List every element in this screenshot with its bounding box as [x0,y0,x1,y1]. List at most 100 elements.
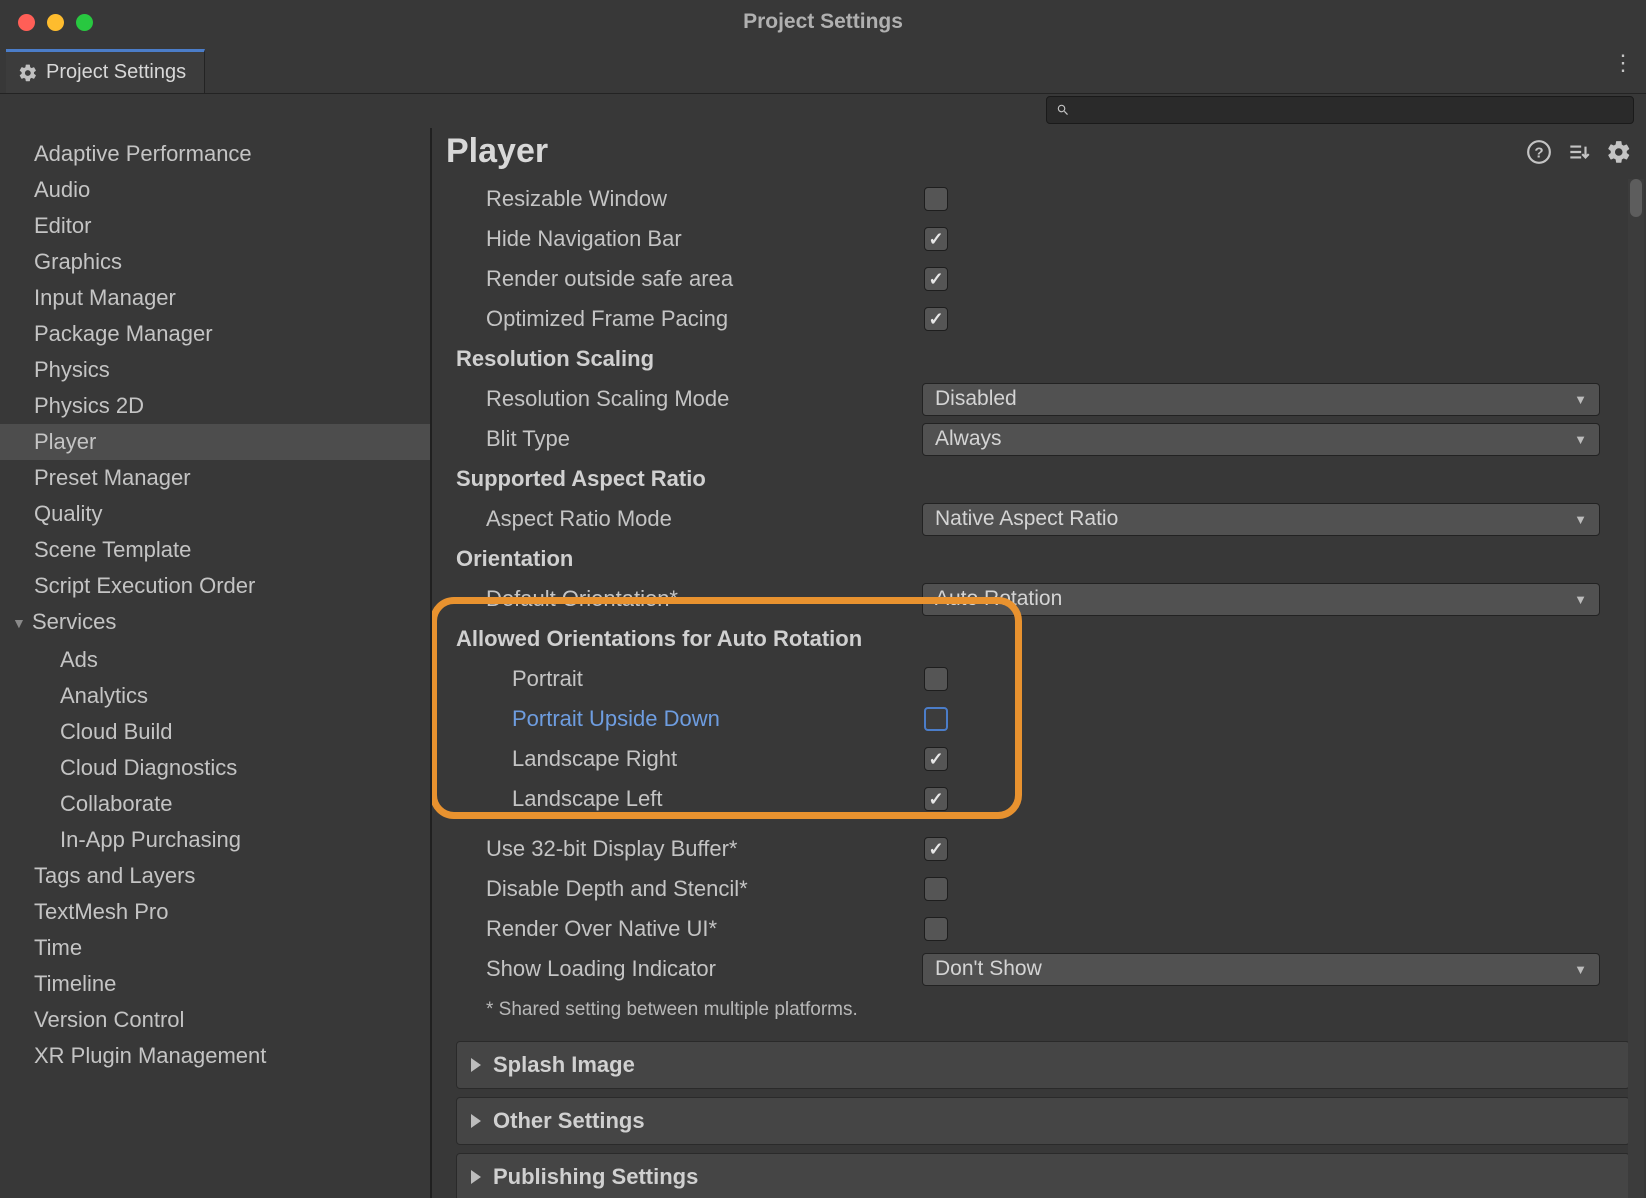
sidebar-item-label: Adaptive Performance [34,141,252,166]
field-landscape-right: Landscape Right [456,746,677,772]
checkbox-landscape-right[interactable] [924,747,948,771]
search-icon [1056,103,1070,117]
sidebar-item-cloud-build[interactable]: Cloud Build [0,714,430,750]
sidebar-item-quality[interactable]: Quality [0,496,430,532]
chevron-down-icon: ▼ [1574,962,1587,977]
tab-label: Project Settings [46,61,186,84]
checkbox-frame-pacing[interactable] [924,307,948,331]
field-resizable-window: Resizable Window [456,186,667,212]
field-portrait: Portrait [456,666,583,692]
sidebar-item-services[interactable]: ▼Services [0,604,430,642]
sidebar-item-input-manager[interactable]: Input Manager [0,280,430,316]
scrollbar-thumb[interactable] [1630,179,1642,217]
tab-project-settings[interactable]: Project Settings [6,49,205,93]
window-menu-button[interactable]: ⋮ [1612,50,1634,76]
page-title: Player [446,132,1512,171]
sidebar-item-collaborate[interactable]: Collaborate [0,786,430,822]
sidebar-item-label: Script Execution Order [34,573,255,598]
search-input[interactable] [1046,96,1634,124]
sidebar-item-package-manager[interactable]: Package Manager [0,316,430,352]
sidebar-item-script-execution-order[interactable]: Script Execution Order [0,568,430,604]
field-res-scaling-mode: Resolution Scaling Mode [456,386,729,412]
sidebar-item-physics-2d[interactable]: Physics 2D [0,388,430,424]
checkbox-landscape-left[interactable] [924,787,948,811]
dropdown-default-orientation[interactable]: Auto Rotation▼ [922,583,1600,616]
sidebar-item-time[interactable]: Time [0,930,430,966]
window-title: Project Settings [743,10,903,34]
maximize-window-button[interactable] [76,14,93,31]
sidebar-item-label: Editor [34,213,91,238]
checkbox-hide-nav-bar[interactable] [924,227,948,251]
sidebar-item-label: Scene Template [34,537,191,562]
sidebar-item-audio[interactable]: Audio [0,172,430,208]
checkbox-portrait-upside-down[interactable] [924,707,948,731]
sidebar-item-scene-template[interactable]: Scene Template [0,532,430,568]
checkbox-32bit-buffer[interactable] [924,837,948,861]
vertical-scrollbar[interactable] [1628,179,1644,1198]
gear-icon [18,63,38,83]
svg-text:?: ? [1534,144,1543,161]
checkbox-render-outside-safe[interactable] [924,267,948,291]
sidebar-item-ads[interactable]: Ads [0,642,430,678]
sidebar-item-analytics[interactable]: Analytics [0,678,430,714]
section-other-settings[interactable]: Other Settings [456,1097,1630,1145]
sidebar-item-label: Ads [60,647,98,672]
sidebar-item-graphics[interactable]: Graphics [0,244,430,280]
sidebar-item-label: Cloud Build [60,719,173,744]
sidebar-item-label: Graphics [34,249,122,274]
field-frame-pacing: Optimized Frame Pacing [456,306,728,332]
minimize-window-button[interactable] [47,14,64,31]
heading-orientation: Orientation [456,546,573,572]
sidebar-item-label: TextMesh Pro [34,899,169,924]
sidebar-item-label: Cloud Diagnostics [60,755,237,780]
dropdown-loading-indicator[interactable]: Don't Show▼ [922,953,1600,986]
section-publishing-settings[interactable]: Publishing Settings [456,1153,1630,1198]
settings-scroll-area[interactable]: Resizable Window Hide Navigation Bar Ren… [432,179,1646,1198]
checkbox-disable-depth[interactable] [924,877,948,901]
help-icon[interactable]: ? [1526,139,1552,165]
sidebar-item-timeline[interactable]: Timeline [0,966,430,1002]
triangle-right-icon [471,1114,481,1128]
checkbox-portrait[interactable] [924,667,948,691]
section-splash-image[interactable]: Splash Image [456,1041,1630,1089]
sidebar-item-tags-and-layers[interactable]: Tags and Layers [0,858,430,894]
field-render-outside-safe: Render outside safe area [456,266,733,292]
chevron-down-icon: ▼ [1574,592,1587,607]
sidebar-item-physics[interactable]: Physics [0,352,430,388]
gear-icon[interactable] [1606,139,1632,165]
heading-resolution-scaling: Resolution Scaling [456,346,654,372]
search-bar [1046,96,1634,124]
tab-strip: Project Settings [0,44,1646,94]
checkbox-render-native-ui[interactable] [924,917,948,941]
sidebar-item-adaptive-performance[interactable]: Adaptive Performance [0,136,430,172]
field-hide-nav-bar: Hide Navigation Bar [456,226,682,252]
sidebar-item-editor[interactable]: Editor [0,208,430,244]
field-32bit-buffer: Use 32-bit Display Buffer* [456,836,738,862]
presets-icon[interactable] [1566,139,1592,165]
sidebar-item-textmesh-pro[interactable]: TextMesh Pro [0,894,430,930]
chevron-down-icon: ▼ [1574,432,1587,447]
triangle-right-icon [471,1058,481,1072]
close-window-button[interactable] [18,14,35,31]
checkbox-resizable-window[interactable] [924,187,948,211]
dropdown-aspect-mode[interactable]: Native Aspect Ratio▼ [922,503,1600,536]
sidebar-item-version-control[interactable]: Version Control [0,1002,430,1038]
sidebar-item-label: Time [34,935,82,960]
sidebar-item-preset-manager[interactable]: Preset Manager [0,460,430,496]
triangle-right-icon [471,1170,481,1184]
sidebar-item-player[interactable]: Player [0,424,430,460]
sidebar-item-label: Quality [34,501,102,526]
sidebar-item-label: In-App Purchasing [60,827,241,852]
sidebar-item-label: Version Control [34,1007,184,1032]
sidebar-item-in-app-purchasing[interactable]: In-App Purchasing [0,822,430,858]
shared-setting-footnote: * Shared setting between multiple platfo… [456,989,1630,1033]
sidebar-item-cloud-diagnostics[interactable]: Cloud Diagnostics [0,750,430,786]
field-loading-indicator: Show Loading Indicator [456,956,716,982]
dropdown-blit-type[interactable]: Always▼ [922,423,1600,456]
sidebar-item-xr-plugin-management[interactable]: XR Plugin Management [0,1038,430,1074]
heading-aspect-ratio: Supported Aspect Ratio [456,466,706,492]
field-portrait-upside-down: Portrait Upside Down [456,706,720,732]
dropdown-res-scaling-mode[interactable]: Disabled▼ [922,383,1600,416]
heading-allowed-orientations: Allowed Orientations for Auto Rotation [456,626,862,652]
chevron-down-icon: ▼ [1574,392,1587,407]
